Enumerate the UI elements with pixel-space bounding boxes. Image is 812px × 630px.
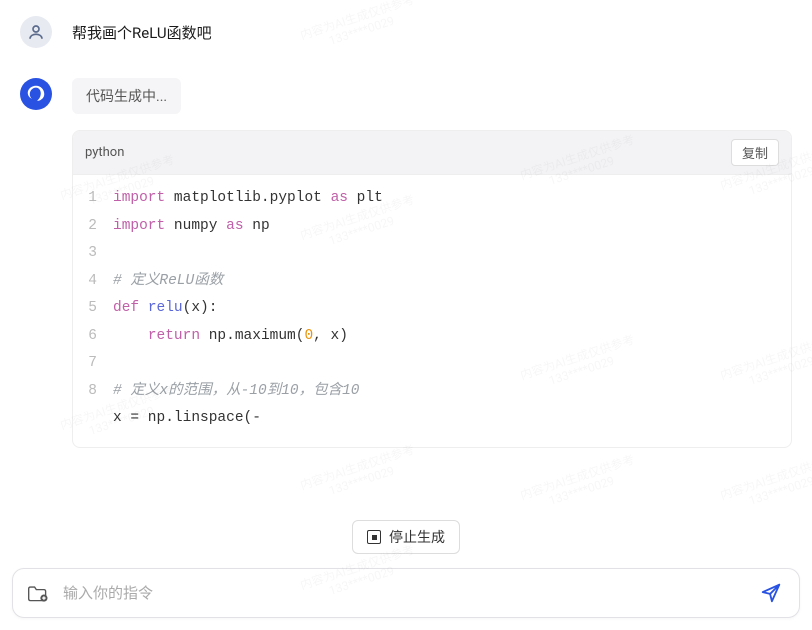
input-bar [12,568,800,618]
send-button[interactable] [757,579,785,607]
user-icon [27,23,45,41]
code-line: 7 [73,350,791,378]
code-line: x = np.linspace(- [73,405,791,433]
line-number [73,405,113,433]
line-number: 7 [73,350,113,378]
code-header: python 复制 [73,131,791,175]
line-content: def relu(x): [113,295,791,323]
stop-label: 停止生成 [389,527,445,547]
assistant-avatar [20,78,52,110]
line-content: import matplotlib.pyplot as plt [113,185,791,213]
code-line: 4# 定义ReLU函数 [73,268,791,296]
code-line: 2import numpy as np [73,213,791,241]
line-number: 1 [73,185,113,213]
code-language-label: python [85,145,124,160]
line-content: x = np.linspace(- [113,405,791,433]
message-area: 帮我画个ReLU函数吧 代码生成中... python 复制 1import m… [0,0,812,520]
copy-button[interactable]: 复制 [731,139,779,166]
line-number: 4 [73,268,113,296]
line-content [113,240,791,268]
stop-icon [367,530,381,544]
code-body: 1import matplotlib.pyplot as plt2import … [73,175,791,447]
prompt-input[interactable] [63,585,743,602]
stop-generation-button[interactable]: 停止生成 [352,520,460,554]
user-message-row: 帮我画个ReLU函数吧 [20,16,792,48]
generation-status: 代码生成中... [72,78,181,114]
user-avatar [20,16,52,48]
line-number: 3 [73,240,113,268]
line-content: import numpy as np [113,213,791,241]
line-content: return np.maximum(0, x) [113,323,791,351]
code-line: 6 return np.maximum(0, x) [73,323,791,351]
assistant-message-row: 代码生成中... python 复制 1import matplotlib.py… [20,78,792,448]
attachment-icon[interactable] [27,583,49,603]
send-icon [760,582,782,604]
user-message-text: 帮我画个ReLU函数吧 [72,22,212,43]
line-content [113,350,791,378]
code-line: 8# 定义x的范围，从-10到10，包含10 [73,378,791,406]
line-number: 5 [73,295,113,323]
line-number: 8 [73,378,113,406]
line-content: # 定义x的范围，从-10到10，包含10 [113,378,791,406]
bottom-area: 停止生成 [0,520,812,630]
code-line: 1import matplotlib.pyplot as plt [73,185,791,213]
assistant-content: 代码生成中... python 复制 1import matplotlib.py… [72,78,792,448]
code-line: 3 [73,240,791,268]
assistant-logo-icon [25,83,47,105]
code-block: python 复制 1import matplotlib.pyplot as p… [72,130,792,448]
code-line: 5def relu(x): [73,295,791,323]
line-number: 2 [73,213,113,241]
line-content: # 定义ReLU函数 [113,268,791,296]
line-number: 6 [73,323,113,351]
